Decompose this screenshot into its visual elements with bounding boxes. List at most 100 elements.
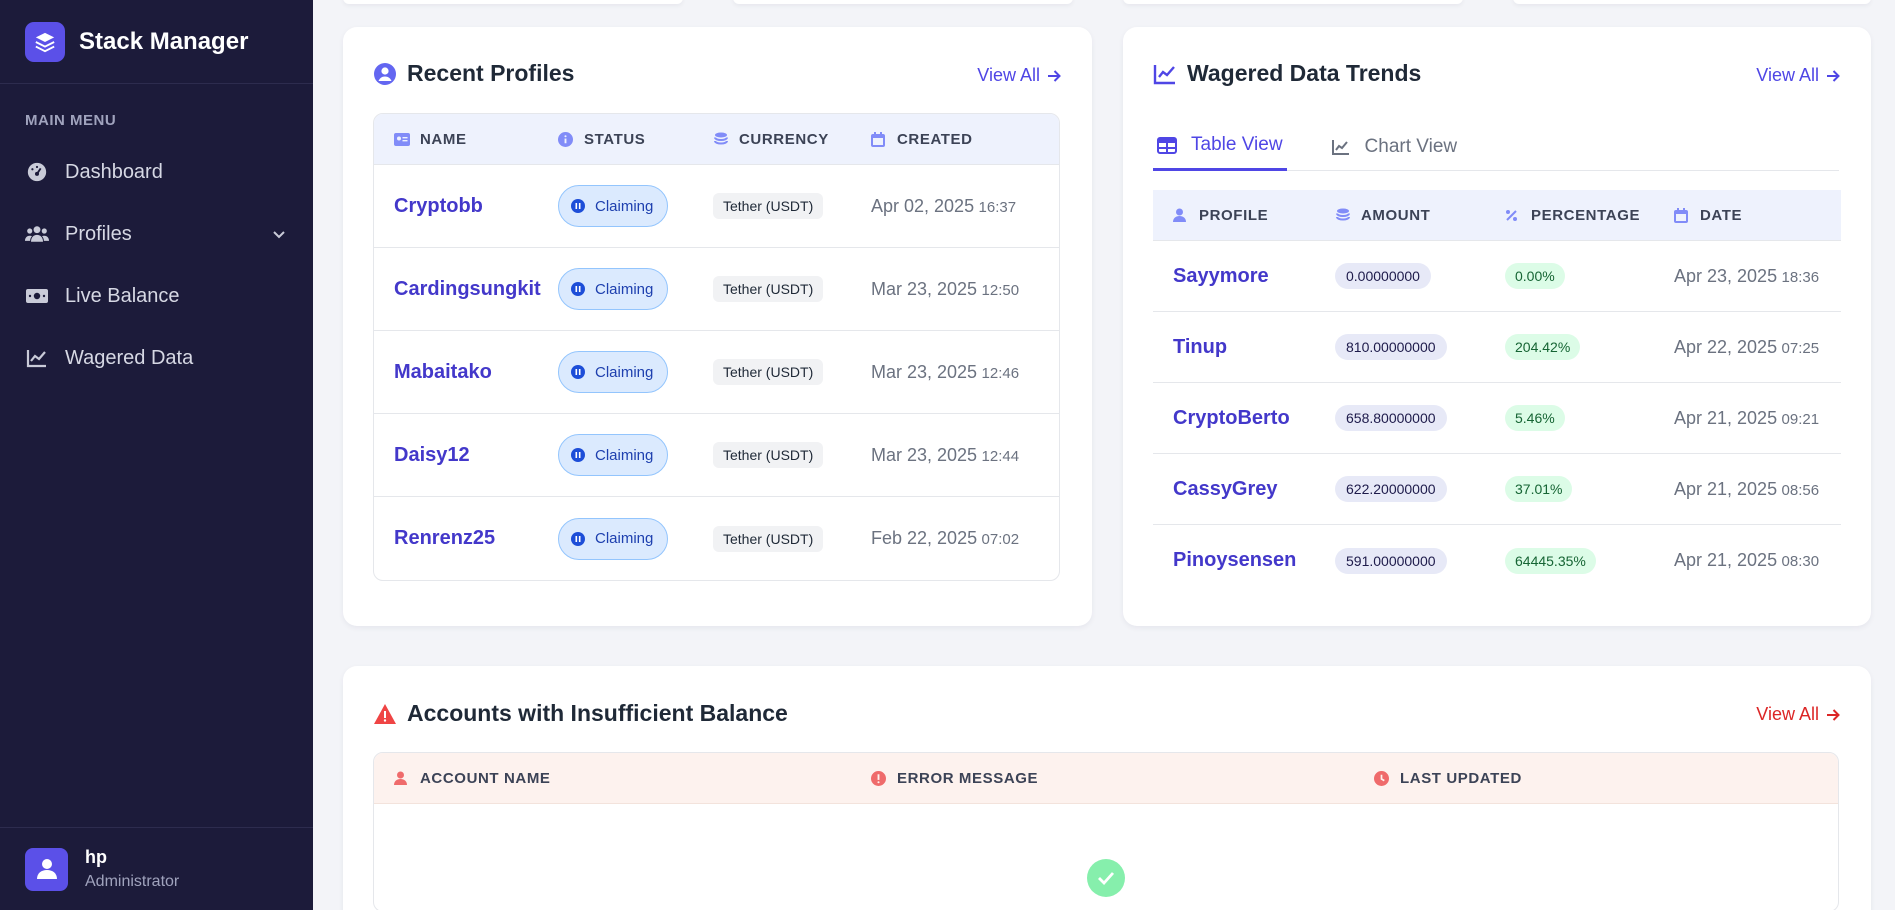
recent-profiles-card: Recent Profiles View All NAME STATUS CUR… — [343, 27, 1092, 626]
card-header: Wagered Data Trends — [1153, 60, 1421, 87]
users-icon — [25, 222, 49, 246]
calendar-icon — [1674, 207, 1690, 223]
sidebar-item-live-balance[interactable]: Live Balance — [0, 265, 313, 327]
user-icon — [1173, 207, 1189, 223]
brand[interactable]: Stack Manager — [0, 0, 313, 84]
user-icon — [25, 847, 68, 891]
wager-time: 07:25 — [1781, 339, 1820, 357]
user-circle-icon — [373, 62, 397, 86]
profile-name-link[interactable]: Renrenz25 — [394, 527, 495, 549]
check-circle-icon — [1087, 859, 1125, 897]
card-title: Recent Profiles — [407, 60, 575, 86]
tab-table-view[interactable]: Table View — [1153, 122, 1287, 171]
pause-icon — [571, 365, 585, 379]
arrow-right-icon — [1827, 69, 1840, 82]
column-header-percentage: PERCENTAGE — [1505, 207, 1674, 224]
pause-icon — [571, 531, 585, 546]
sidebar-item-label: Wagered Data — [65, 346, 194, 369]
gauge-icon — [25, 160, 49, 184]
view-tabs: Table View Chart View — [1153, 122, 1839, 171]
status-badge: Claiming — [558, 434, 669, 476]
profile-name-link[interactable]: Tinup — [1173, 336, 1227, 358]
sidebar-item-profiles[interactable]: Profiles — [0, 203, 313, 265]
sidebar-item-dashboard[interactable]: Dashboard — [0, 141, 313, 203]
table-row: Sayymore 0.00000000 0.00% Apr 23, 2025 1… — [1153, 241, 1841, 312]
currency-badge: Tether (USDT) — [713, 276, 824, 302]
amount-badge: 658.80000000 — [1335, 405, 1447, 431]
table-row: Mabaitako Claiming Tether (USDT) Mar 23,… — [374, 331, 1059, 414]
profile-name-link[interactable]: Mabaitako — [394, 361, 492, 383]
amount-badge: 622.20000000 — [1335, 476, 1447, 502]
chart-line-icon — [25, 346, 49, 370]
status-badge: Claiming — [558, 517, 669, 560]
info-circle-icon — [558, 131, 574, 147]
exclamation-circle-icon — [871, 770, 887, 786]
currency-badge: Tether (USDT) — [713, 193, 824, 219]
table-row: Tinup 810.00000000 204.42% Apr 22, 2025 … — [1153, 312, 1841, 383]
user-role: Administrator — [85, 873, 180, 890]
created-date: Apr 02, 2025 — [871, 195, 975, 216]
percentage-badge: 204.42% — [1505, 334, 1581, 360]
view-all-link[interactable]: View All — [977, 65, 1062, 86]
view-all-link[interactable]: View All — [1756, 704, 1841, 725]
profile-name-link[interactable]: Cardingsungkit — [394, 278, 541, 300]
wager-date: Apr 21, 2025 — [1674, 550, 1778, 570]
table-row: Pinoysensen 591.00000000 64445.35% Apr 2… — [1153, 525, 1841, 596]
table-row: Cardingsungkit Claiming Tether (USDT) Ma… — [374, 248, 1059, 331]
profile-name-link[interactable]: Pinoysensen — [1173, 549, 1296, 571]
id-card-icon — [394, 131, 410, 147]
wager-time: 08:30 — [1781, 553, 1820, 570]
wager-date: Apr 22, 2025 — [1674, 336, 1778, 357]
pause-icon — [571, 282, 585, 296]
table-icon — [1157, 135, 1177, 155]
sidebar-item-wagered-data[interactable]: Wagered Data — [0, 327, 313, 389]
profile-name-link[interactable]: CassyGrey — [1173, 478, 1278, 500]
layers-icon — [25, 21, 65, 62]
card-edge — [733, 0, 1073, 4]
percentage-badge: 37.01% — [1505, 476, 1573, 502]
user-profile[interactable]: hp Administrator — [0, 827, 313, 910]
wager-date: Apr 23, 2025 — [1674, 265, 1778, 286]
column-header-amount: AMOUNT — [1335, 207, 1505, 224]
view-all-label: View All — [1756, 65, 1819, 85]
tab-chart-view[interactable]: Chart View — [1327, 122, 1462, 171]
card-edge — [1123, 0, 1463, 4]
arrow-right-icon — [1827, 708, 1840, 721]
column-header-error-message: ERROR MESSAGE — [871, 770, 1374, 787]
wagered-data-card: Wagered Data Trends View All Table View … — [1123, 27, 1871, 626]
created-time: 12:46 — [981, 364, 1020, 382]
profile-name-link[interactable]: Cryptobb — [394, 195, 483, 217]
sidebar-item-label: Live Balance — [65, 284, 180, 307]
column-header-date: DATE — [1674, 207, 1742, 224]
view-all-link[interactable]: View All — [1756, 65, 1841, 86]
column-header-profile: PROFILE — [1153, 207, 1335, 224]
percentage-badge: 0.00% — [1505, 263, 1565, 289]
table-header: PROFILE AMOUNT PERCENTAGE DATE — [1153, 190, 1841, 241]
profile-name-link[interactable]: Sayymore — [1173, 265, 1269, 287]
insufficient-table: ACCOUNT NAME ERROR MESSAGE LAST UPDATED — [373, 752, 1839, 910]
created-date: Mar 23, 2025 — [871, 361, 978, 382]
view-all-label: View All — [977, 65, 1040, 85]
created-date: Mar 23, 2025 — [871, 444, 978, 465]
insufficient-balance-card: Accounts with Insufficient Balance View … — [343, 666, 1871, 910]
pause-icon — [571, 199, 585, 213]
currency-badge: Tether (USDT) — [713, 525, 824, 552]
profile-name-link[interactable]: Daisy12 — [394, 444, 470, 466]
chart-line-icon — [1331, 137, 1351, 157]
card-header: Recent Profiles — [373, 60, 574, 87]
percent-icon — [1505, 207, 1521, 223]
view-all-label: View All — [1756, 704, 1819, 724]
sidebar-item-label: Profiles — [65, 222, 132, 245]
profile-name-link[interactable]: CryptoBerto — [1173, 407, 1290, 429]
card-title: Wagered Data Trends — [1187, 60, 1422, 86]
column-header-last-updated: LAST UPDATED — [1374, 770, 1522, 787]
arrow-right-icon — [1048, 69, 1061, 82]
currency-badge: Tether (USDT) — [713, 359, 824, 385]
pause-icon — [571, 448, 585, 462]
chevron-down-icon[interactable] — [271, 225, 287, 248]
coins-icon — [1335, 207, 1351, 223]
chart-line-icon — [1153, 62, 1177, 86]
column-header-currency: CURRENCY — [713, 131, 871, 148]
amount-badge: 0.00000000 — [1335, 263, 1431, 289]
created-date: Mar 23, 2025 — [871, 278, 978, 299]
